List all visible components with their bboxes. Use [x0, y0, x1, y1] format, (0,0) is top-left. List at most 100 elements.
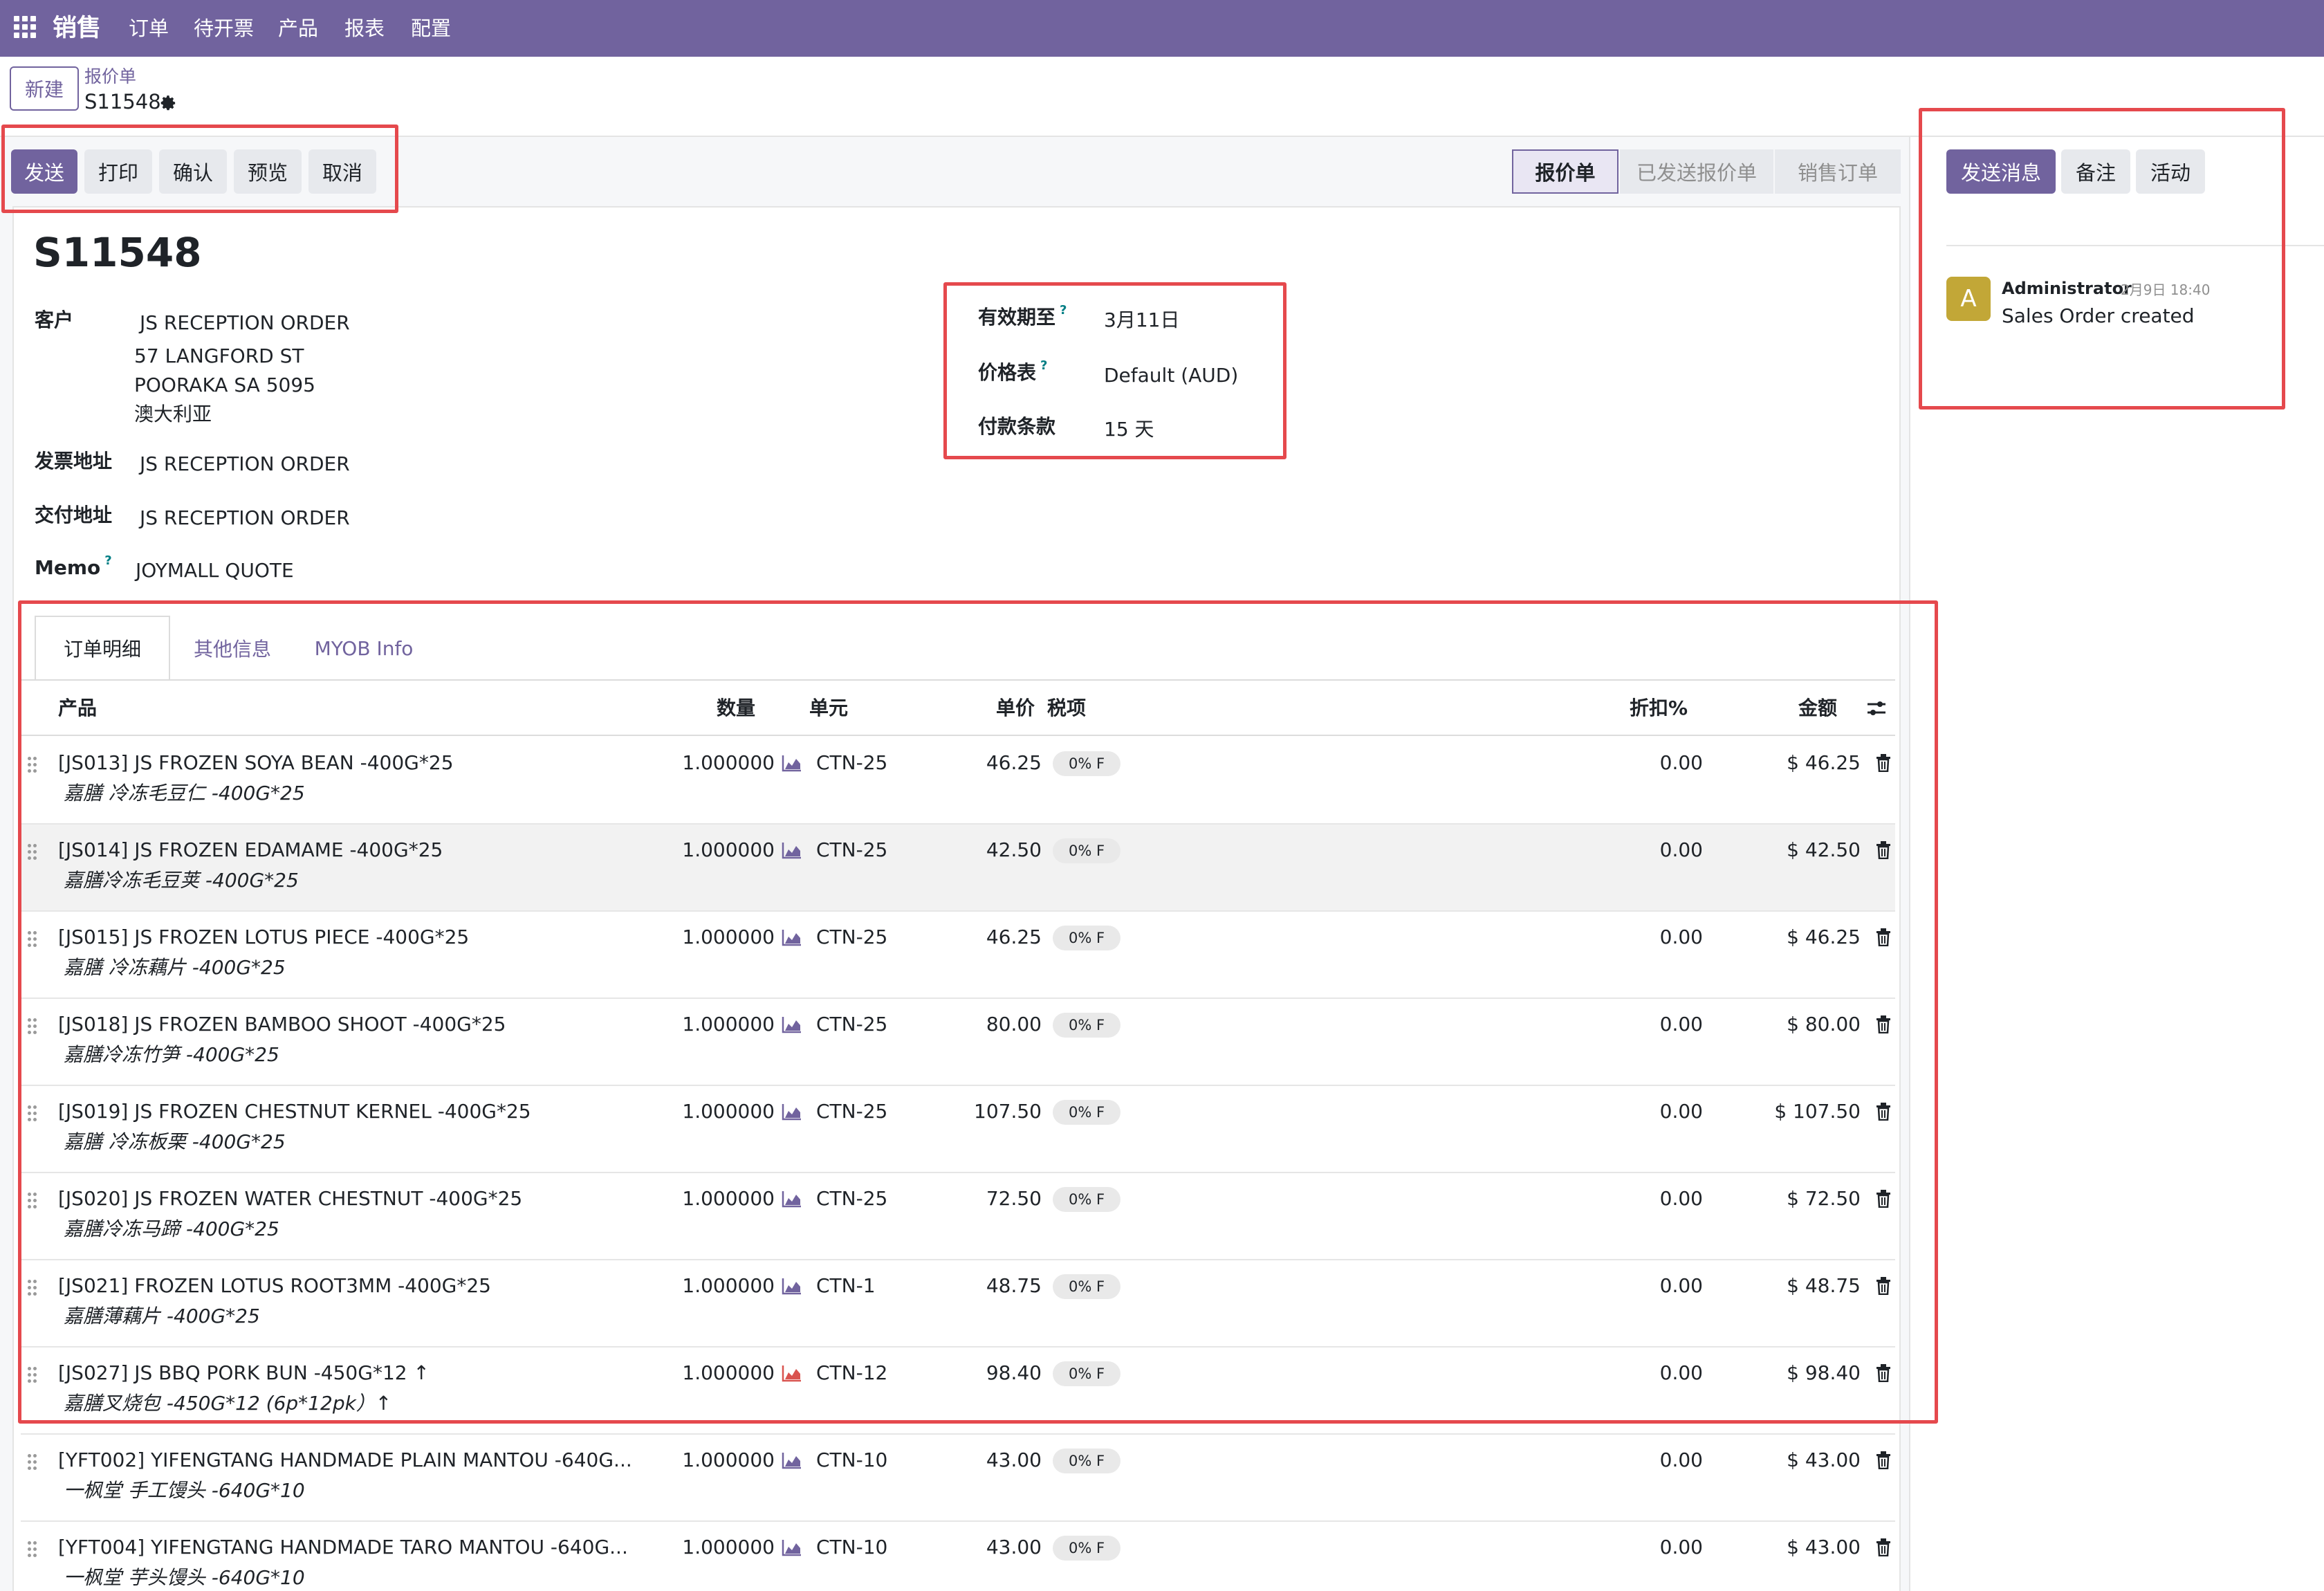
- unit-price-field[interactable]: 72.50: [920, 1187, 1042, 1211]
- avatar[interactable]: A: [1946, 277, 1991, 321]
- trash-icon[interactable]: [1876, 754, 1891, 772]
- product-description[interactable]: 嘉膳 冷冻藕片 -400G*25: [64, 956, 286, 980]
- drag-handle-icon[interactable]: [28, 757, 37, 773]
- tax-badge[interactable]: 0% F: [1053, 1449, 1120, 1473]
- tax-badge[interactable]: 0% F: [1053, 926, 1120, 950]
- drag-handle-icon[interactable]: [28, 1280, 37, 1296]
- quantity-field[interactable]: 1.000000: [674, 1100, 775, 1123]
- discount-field[interactable]: 0.00: [1584, 751, 1703, 775]
- cancel-button[interactable]: 取消: [308, 149, 376, 194]
- forecast-chart-icon[interactable]: [782, 1364, 802, 1382]
- table-row[interactable]: [JS021] FROZEN LOTUS ROOT3MM -400G*25 嘉膳…: [21, 1260, 1895, 1348]
- col-quantity[interactable]: 数量: [717, 681, 755, 736]
- drag-handle-icon[interactable]: [28, 1105, 37, 1122]
- activity-button[interactable]: 活动: [2136, 149, 2205, 194]
- menu-reports[interactable]: 报表: [344, 12, 385, 44]
- product-description[interactable]: 嘉膳 冷冻毛豆仁 -400G*25: [64, 782, 305, 805]
- trash-icon[interactable]: [1876, 1538, 1891, 1556]
- new-button[interactable]: 新建: [10, 66, 79, 111]
- quantity-field[interactable]: 1.000000: [674, 838, 775, 862]
- forecast-chart-icon[interactable]: [782, 754, 802, 772]
- app-name[interactable]: 销售: [53, 10, 101, 47]
- product-name[interactable]: [YFT002] YIFENGTANG HANDMADE PLAIN MANTO…: [58, 1449, 632, 1472]
- memo-help-icon[interactable]: ?: [104, 553, 111, 568]
- quantity-field[interactable]: 1.000000: [674, 1013, 775, 1036]
- discount-field[interactable]: 0.00: [1584, 1361, 1703, 1385]
- tax-badge[interactable]: 0% F: [1053, 1013, 1120, 1038]
- product-name[interactable]: [JS021] FROZEN LOTUS ROOT3MM -400G*25: [58, 1274, 491, 1298]
- send-button[interactable]: 发送: [11, 149, 77, 194]
- table-row[interactable]: [JS015] JS FROZEN LOTUS PIECE -400G*25 嘉…: [21, 912, 1895, 999]
- log-note-button[interactable]: 备注: [2061, 149, 2130, 194]
- tab-order-lines[interactable]: 订单明细: [35, 616, 170, 681]
- product-name[interactable]: [JS020] JS FROZEN WATER CHESTNUT -400G*2…: [58, 1187, 522, 1211]
- unit-field[interactable]: CTN-1: [816, 1274, 876, 1298]
- product-description[interactable]: 一枫堂 手工馒头 -640G*10: [64, 1479, 305, 1502]
- print-button[interactable]: 打印: [84, 149, 152, 194]
- unit-field[interactable]: CTN-25: [816, 926, 887, 949]
- table-row[interactable]: [JS018] JS FROZEN BAMBOO SHOOT -400G*25 …: [21, 999, 1895, 1086]
- drag-handle-icon[interactable]: [28, 1193, 37, 1209]
- trash-icon[interactable]: [1876, 1451, 1891, 1469]
- confirm-button[interactable]: 确认: [159, 149, 227, 194]
- unit-price-field[interactable]: 80.00: [920, 1013, 1042, 1036]
- tax-badge[interactable]: 0% F: [1053, 1274, 1120, 1299]
- forecast-chart-icon[interactable]: [782, 1015, 802, 1033]
- quantity-field[interactable]: 1.000000: [674, 1536, 775, 1559]
- product-description[interactable]: 嘉膳冷冻马蹄 -400G*25: [64, 1217, 279, 1241]
- quantity-field[interactable]: 1.000000: [674, 751, 775, 775]
- table-row[interactable]: [JS013] JS FROZEN SOYA BEAN -400G*25 嘉膳 …: [21, 737, 1895, 825]
- discount-field[interactable]: 0.00: [1584, 1187, 1703, 1211]
- stage-sales-order[interactable]: 销售订单: [1775, 149, 1901, 194]
- forecast-chart-icon[interactable]: [782, 1277, 802, 1295]
- col-amount[interactable]: 金额: [1798, 681, 1837, 736]
- table-row[interactable]: [JS014] JS FROZEN EDAMAME -400G*25 嘉膳冷冻毛…: [21, 825, 1895, 912]
- unit-price-field[interactable]: 43.00: [920, 1536, 1042, 1559]
- quantity-field[interactable]: 1.000000: [674, 1274, 775, 1298]
- forecast-chart-icon[interactable]: [782, 928, 802, 946]
- product-description[interactable]: 嘉膳冷冻竹笋 -400G*25: [64, 1043, 279, 1067]
- delivery-address-field[interactable]: JS RECEPTION ORDER: [140, 506, 350, 530]
- table-row[interactable]: [JS020] JS FROZEN WATER CHESTNUT -400G*2…: [21, 1173, 1895, 1260]
- col-unit-price[interactable]: 单价: [996, 681, 1035, 736]
- stage-quotation-sent[interactable]: 已发送报价单: [1620, 149, 1773, 194]
- tax-badge[interactable]: 0% F: [1053, 1361, 1120, 1386]
- unit-field[interactable]: CTN-25: [816, 1187, 887, 1211]
- menu-products[interactable]: 产品: [278, 12, 318, 44]
- discount-field[interactable]: 0.00: [1584, 838, 1703, 862]
- forecast-chart-icon[interactable]: [782, 841, 802, 859]
- unit-price-field[interactable]: 43.00: [920, 1449, 1042, 1472]
- message-author[interactable]: Administrator: [2002, 278, 2132, 299]
- unit-field[interactable]: CTN-25: [816, 1013, 887, 1036]
- unit-price-field[interactable]: 98.40: [920, 1361, 1042, 1385]
- discount-field[interactable]: 0.00: [1584, 1449, 1703, 1472]
- tab-other-info[interactable]: 其他信息: [176, 616, 289, 681]
- tax-badge[interactable]: 0% F: [1053, 1536, 1120, 1561]
- unit-price-field[interactable]: 48.75: [920, 1274, 1042, 1298]
- table-row[interactable]: [YFT002] YIFENGTANG HANDMADE PLAIN MANTO…: [21, 1435, 1895, 1522]
- stage-quotation[interactable]: 报价单: [1512, 149, 1618, 194]
- col-tax[interactable]: 税项: [1047, 681, 1086, 736]
- quantity-field[interactable]: 1.000000: [674, 1187, 775, 1211]
- product-description[interactable]: 嘉膳叉烧包 -450G*12 (6p*12pk）↑: [64, 1392, 391, 1415]
- tax-badge[interactable]: 0% F: [1053, 1187, 1120, 1212]
- col-unit[interactable]: 单元: [809, 681, 848, 736]
- forecast-chart-icon[interactable]: [782, 1190, 802, 1208]
- drag-handle-icon[interactable]: [28, 1018, 37, 1035]
- col-discount[interactable]: 折扣%: [1630, 681, 1688, 736]
- discount-field[interactable]: 0.00: [1584, 1536, 1703, 1559]
- unit-price-field[interactable]: 107.50: [920, 1100, 1042, 1123]
- trash-icon[interactable]: [1876, 841, 1891, 859]
- unit-price-field[interactable]: 46.25: [920, 926, 1042, 949]
- unit-field[interactable]: CTN-10: [816, 1449, 887, 1472]
- product-name[interactable]: [JS018] JS FROZEN BAMBOO SHOOT -400G*25: [58, 1013, 506, 1036]
- drag-handle-icon[interactable]: [28, 844, 37, 861]
- quantity-field[interactable]: 1.000000: [674, 926, 775, 949]
- column-settings-icon[interactable]: [1866, 699, 1887, 718]
- validity-date-field[interactable]: 3月11日: [1104, 309, 1179, 332]
- trash-icon[interactable]: [1876, 1103, 1891, 1121]
- payment-terms-field[interactable]: 15 天: [1104, 418, 1154, 441]
- unit-field[interactable]: CTN-10: [816, 1536, 887, 1559]
- validity-help-icon[interactable]: ?: [1060, 303, 1067, 318]
- forecast-chart-icon[interactable]: [782, 1538, 802, 1556]
